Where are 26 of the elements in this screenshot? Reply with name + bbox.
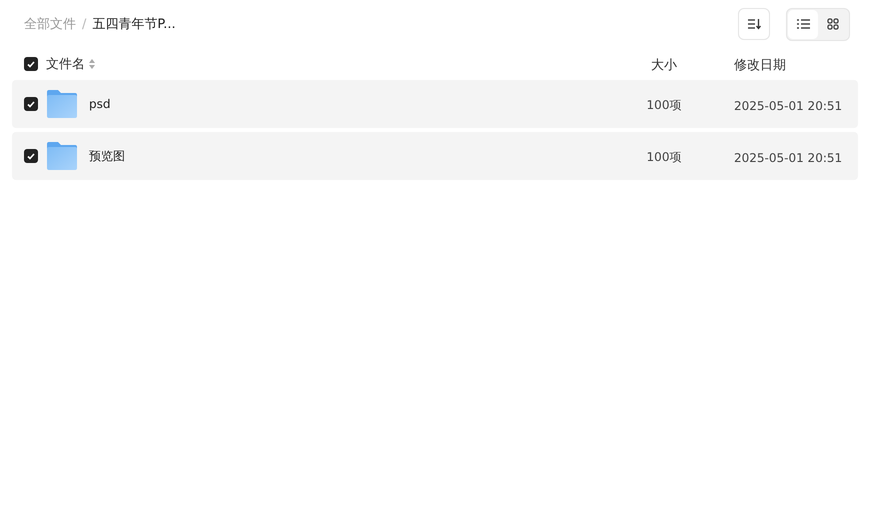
file-name[interactable]: 预览图 [89,148,125,164]
row-checkbox[interactable] [24,149,38,163]
check-icon [27,60,35,68]
sort-button[interactable] [738,8,770,40]
column-header[interactable]: 文件名 [46,55,85,73]
modified-date: 2025-05-01 20:51 [734,98,842,112]
row-checkbox[interactable] [24,97,38,111]
column-header: 大小 [651,58,677,73]
folder-icon [47,142,77,170]
sort-icon [747,18,761,30]
list-view-button[interactable] [788,10,818,38]
column-header: 修改日期 [734,58,786,73]
file-row[interactable]: 预览图 100项 2025-05-01 20:51 [12,132,858,180]
modified-date: 2025-05-01 20:51 [734,150,842,164]
list-icon [796,19,810,29]
file-size: 100项 [646,98,682,112]
folder-icon [47,90,77,118]
breadcrumb-separator: / [82,16,86,32]
file-size: 100项 [646,150,682,164]
file-name[interactable]: psd [89,97,110,111]
file-row[interactable]: psd 100项 2025-05-01 20:51 [12,80,858,128]
grid-icon [827,18,839,30]
check-icon [27,152,35,160]
select-all-checkbox[interactable] [24,57,38,71]
breadcrumb-item: 五四青年节P... [92,16,176,33]
check-icon [27,100,35,108]
